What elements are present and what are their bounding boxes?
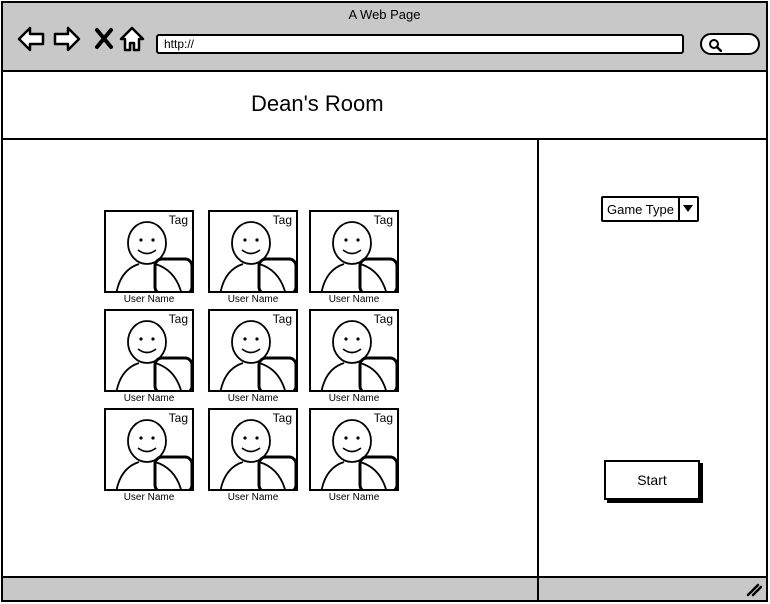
user-tag: Tag [168,312,188,326]
avatar: Tag [208,408,298,491]
chevron-down-icon [683,205,693,212]
status-bar [1,576,539,602]
user-card[interactable]: Tag User Name [104,210,196,306]
user-card[interactable]: Tag User Name [208,309,300,405]
avatar: Tag [104,408,194,491]
user-tag: Tag [168,411,188,425]
back-arrow-icon[interactable] [17,25,45,53]
avatar: Tag [104,210,194,293]
user-name-label: User Name [227,393,279,404]
avatar: Tag [104,309,194,392]
user-tag: Tag [168,213,188,227]
user-tag: Tag [272,312,292,326]
avatar: Tag [309,309,399,392]
user-card[interactable]: Tag User Name [104,309,196,405]
forward-arrow-icon[interactable] [53,25,81,53]
close-x-icon[interactable] [91,25,119,53]
search-input[interactable] [700,33,760,55]
user-name-label: User Name [123,393,175,404]
user-name-label: User Name [328,393,380,404]
user-name-label: User Name [328,294,380,305]
user-name-label: User Name [227,492,279,503]
resize-grip-icon[interactable] [746,583,762,597]
user-card[interactable]: Tag User Name [104,408,196,504]
browser-toolbar: A Web Page http:// [1,1,768,72]
user-name-label: User Name [123,492,175,503]
search-icon [709,39,722,52]
room-header: Dean's Room [1,72,768,140]
user-tag: Tag [373,411,393,425]
avatar: Tag [208,309,298,392]
status-bar-right [539,578,768,602]
user-name-label: User Name [227,294,279,305]
user-card[interactable]: Tag User Name [309,309,401,405]
start-button[interactable]: Start [604,460,700,500]
user-name-label: User Name [328,492,380,503]
user-tag: Tag [272,411,292,425]
main-panel: Tag User Name Tag User Name Tag User Name Tag U… [1,140,539,576]
user-tag: Tag [272,213,292,227]
user-tag: Tag [373,213,393,227]
avatar: Tag [309,408,399,491]
avatar: Tag [309,210,399,293]
game-type-dropdown[interactable]: Game Type [601,196,699,222]
user-tag: Tag [373,312,393,326]
user-card[interactable]: Tag User Name [208,210,300,306]
sidebar-panel: Game Type Start [539,140,768,578]
game-type-selected: Game Type [607,202,674,217]
page-title: Dean's Room [251,91,384,116]
window-title: A Web Page [348,7,421,22]
user-card[interactable]: Tag User Name [208,408,300,504]
user-card[interactable]: Tag User Name [309,210,401,306]
url-input[interactable]: http:// [156,34,684,54]
dropdown-arrow[interactable] [678,198,697,220]
user-name-label: User Name [123,294,175,305]
home-icon[interactable] [118,25,146,53]
user-card[interactable]: Tag User Name [309,408,401,504]
browser-window: A Web Page http:// Dean's Room Tag User N… [0,0,770,604]
avatar: Tag [208,210,298,293]
